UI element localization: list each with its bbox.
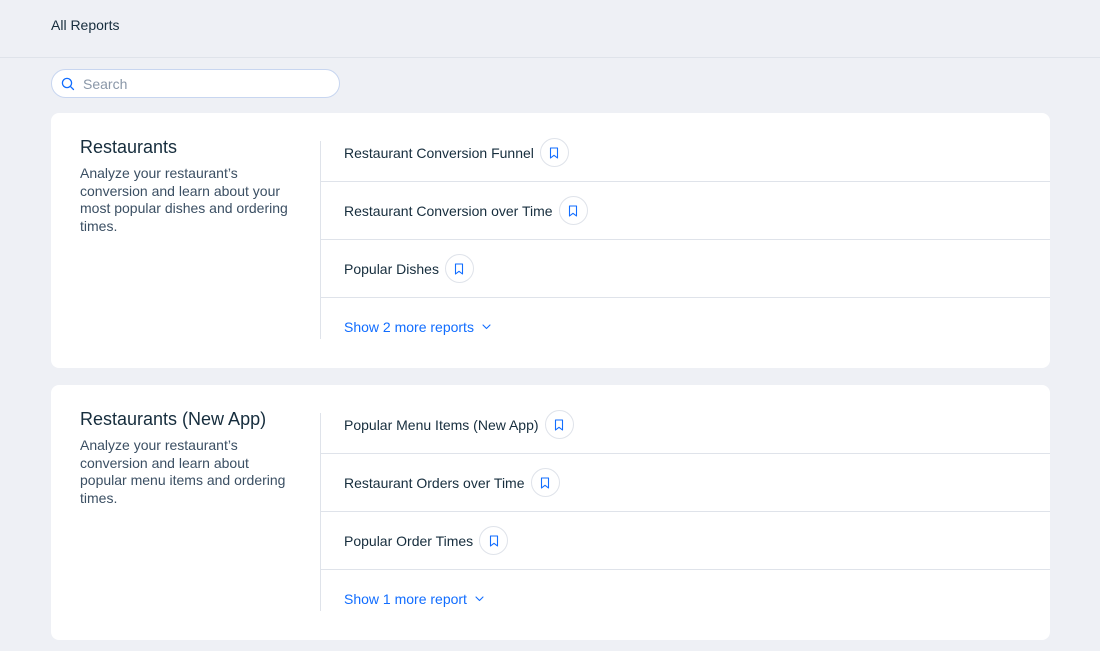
report-row[interactable]: Popular Order Times	[321, 512, 1050, 570]
bookmark-icon	[554, 418, 564, 431]
chevron-down-icon	[482, 324, 491, 330]
show-more-button[interactable]: Show 1 more report	[321, 570, 1050, 628]
bookmark-button[interactable]	[530, 468, 560, 497]
report-category-restaurants: Restaurants Analyze your restaurant’s co…	[51, 113, 1050, 368]
page-title: All Reports	[51, 17, 120, 33]
bookmark-button[interactable]	[444, 254, 474, 283]
search-icon	[61, 77, 75, 91]
report-row[interactable]: Restaurant Conversion Funnel	[321, 124, 1050, 182]
search-input[interactable]	[83, 75, 323, 92]
category-title: Restaurants (New App)	[80, 409, 267, 429]
report-category-restaurants-new-app: Restaurants (New App) Analyze your resta…	[51, 385, 1050, 640]
bookmark-icon	[540, 476, 550, 489]
show-more-label: Show 1 more report	[344, 591, 467, 607]
bookmark-button[interactable]	[479, 526, 509, 555]
report-label[interactable]: Popular Dishes	[344, 261, 439, 277]
top-bar: All Reports	[0, 0, 1100, 58]
bookmark-icon	[455, 262, 464, 275]
bookmark-button[interactable]	[539, 138, 569, 167]
report-list: Popular Menu Items (New App) Restaurant …	[321, 396, 1050, 628]
report-row[interactable]: Popular Menu Items (New App)	[321, 396, 1050, 454]
category-title: Restaurants	[80, 137, 178, 157]
report-label[interactable]: Popular Order Times	[344, 533, 473, 549]
report-row[interactable]: Restaurant Conversion over Time	[321, 182, 1050, 240]
report-row[interactable]: Restaurant Orders over Time	[321, 454, 1050, 512]
show-more-button[interactable]: Show 2 more reports	[321, 298, 1050, 356]
bookmark-icon	[550, 146, 559, 159]
report-row[interactable]: Popular Dishes	[321, 240, 1050, 298]
report-list: Restaurant Conversion Funnel Restaurant …	[321, 124, 1050, 356]
bookmark-icon	[568, 204, 578, 217]
bookmark-icon	[489, 534, 498, 547]
category-description: Analyze your restaurant’s conversion and…	[80, 437, 286, 506]
report-label[interactable]: Restaurant Conversion Funnel	[344, 145, 534, 161]
search-box[interactable]	[51, 69, 340, 98]
bookmark-button[interactable]	[558, 196, 588, 225]
report-label[interactable]: Popular Menu Items (New App)	[344, 417, 539, 433]
chevron-down-icon	[475, 596, 484, 602]
report-label[interactable]: Restaurant Conversion over Time	[344, 203, 553, 219]
report-label[interactable]: Restaurant Orders over Time	[344, 475, 525, 491]
bookmark-button[interactable]	[544, 410, 574, 439]
category-description: Analyze your restaurant’s conversion and…	[80, 165, 288, 234]
show-more-label: Show 2 more reports	[344, 319, 474, 335]
